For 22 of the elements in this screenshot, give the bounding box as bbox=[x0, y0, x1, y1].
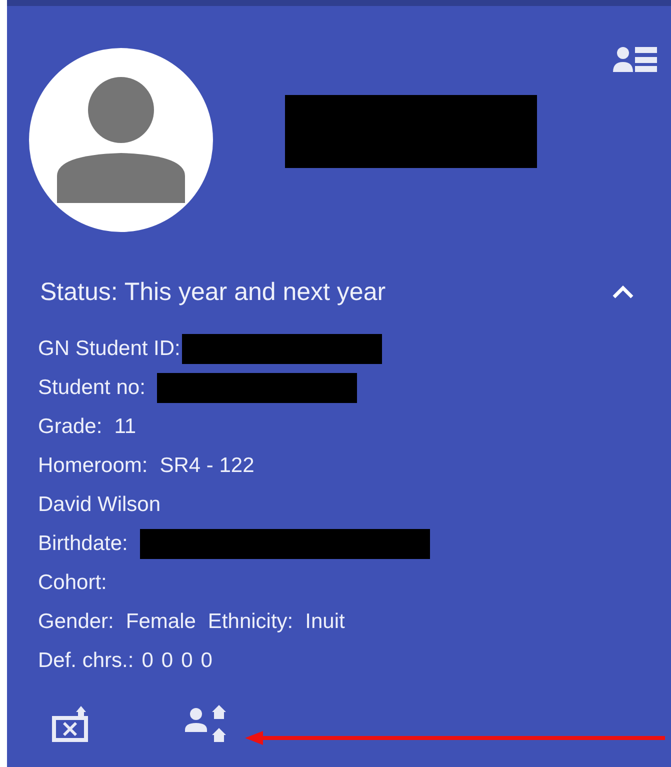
avatar-icon bbox=[29, 48, 213, 232]
info-text: Cohort: bbox=[38, 570, 107, 595]
info-text: Homeroom: bbox=[38, 454, 148, 478]
info-text: 11 bbox=[114, 415, 136, 440]
status-label: Status: This year and next year bbox=[40, 278, 386, 306]
info-text: Student no: bbox=[38, 376, 146, 400]
info-text: Def. chrs.: bbox=[38, 648, 134, 673]
info-text: Ethnicity: bbox=[208, 610, 294, 634]
info-text: 0 bbox=[142, 648, 154, 673]
info-text: 0 bbox=[181, 648, 193, 673]
info-text: SR4 - 122 bbox=[160, 454, 254, 478]
info-text: Inuit bbox=[305, 610, 345, 634]
chevron-up-icon[interactable] bbox=[611, 285, 635, 299]
info-text: 0 bbox=[200, 648, 212, 673]
info-text: Gender: bbox=[38, 610, 114, 634]
info-text: Birthdate: bbox=[38, 532, 128, 556]
info-text: Female bbox=[126, 610, 196, 634]
info-text: Grade: bbox=[38, 415, 102, 440]
info-text: GN Student ID: bbox=[38, 337, 180, 362]
info-text: 0 bbox=[161, 648, 174, 673]
contact-list-icon[interactable] bbox=[613, 45, 657, 73]
info-text: David Wilson bbox=[38, 493, 161, 517]
